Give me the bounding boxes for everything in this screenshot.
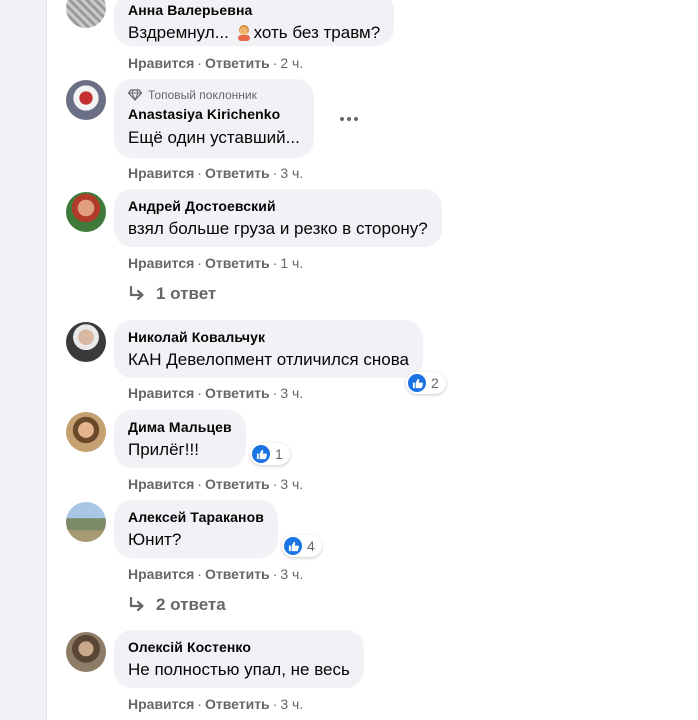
like-thumb-icon	[252, 445, 270, 463]
top-fan-badge: Топовый поклонник	[128, 87, 300, 103]
like-button[interactable]: Нравится	[128, 476, 194, 492]
comment-text: Ещё один уставший...	[128, 128, 300, 147]
comment-author[interactable]: Олексій Костенко	[128, 638, 350, 656]
avatar[interactable]	[66, 632, 106, 672]
reaction-number: 1	[275, 446, 283, 462]
like-button[interactable]: Нравится	[128, 165, 194, 181]
reply-button[interactable]: Ответить	[205, 55, 270, 71]
comment-author[interactable]: Anastasiya Kirichenko	[128, 105, 300, 123]
comment-author[interactable]: Анна Валерьевна	[128, 1, 380, 19]
like-button[interactable]: Нравится	[128, 696, 194, 712]
reply-button[interactable]: Ответить	[205, 255, 270, 271]
reaction-count[interactable]: 4	[282, 535, 322, 557]
like-button[interactable]: Нравится	[128, 55, 194, 71]
avatar[interactable]	[66, 80, 106, 120]
avatar[interactable]	[66, 192, 106, 232]
left-panel-edge	[0, 0, 47, 720]
like-button[interactable]: Нравится	[128, 255, 194, 271]
like-button[interactable]: Нравится	[128, 566, 194, 582]
comment-actions: Нравится · Ответить · 3 ч.	[128, 165, 304, 181]
like-thumb-icon	[408, 374, 426, 392]
comment-time[interactable]: 3 ч.	[280, 696, 303, 712]
avatar[interactable]	[66, 322, 106, 362]
reply-button[interactable]: Ответить	[205, 385, 270, 401]
comment-text: взял больше груза и резко в сторону?	[128, 219, 428, 238]
reply-button[interactable]: Ответить	[205, 696, 270, 712]
reaction-count[interactable]: 2	[406, 372, 446, 394]
comment-actions: Нравится · Ответить · 3 ч.	[128, 476, 304, 492]
comment-time[interactable]: 1 ч.	[280, 255, 303, 271]
comment-text-part: Вздремнул...	[128, 23, 234, 42]
reply-button[interactable]: Ответить	[205, 165, 270, 181]
reaction-count[interactable]: 1	[250, 443, 290, 465]
comment-author[interactable]: Андрей Достоевский	[128, 197, 428, 215]
comment-author[interactable]: Николай Ковальчук	[128, 328, 409, 346]
avatar[interactable]	[66, 502, 106, 542]
comment-time[interactable]: 2 ч.	[280, 55, 303, 71]
comment-actions: Нравится · Ответить · 3 ч.	[128, 385, 304, 401]
comment-time[interactable]: 3 ч.	[280, 566, 303, 582]
comment-bubble: Алексей Тараканов Юнит?	[114, 500, 278, 558]
comment-bubble: Топовый поклонник Anastasiya Kirichenko …	[114, 79, 314, 158]
comment-text-part: хоть без травм?	[253, 23, 381, 42]
reaction-number: 4	[307, 538, 315, 554]
comment-text: КАН Девелопмент отличился снова	[128, 350, 409, 369]
comment-author[interactable]: Алексей Тараканов	[128, 508, 264, 526]
badge-label: Топовый поклонник	[148, 88, 257, 102]
like-thumb-icon	[284, 537, 302, 555]
comment-bubble: Николай Ковальчук КАН Девелопмент отличи…	[114, 320, 423, 378]
reply-button[interactable]: Ответить	[205, 566, 270, 582]
comment-time[interactable]: 3 ч.	[280, 476, 303, 492]
view-replies-link[interactable]: 1 ответ	[128, 283, 216, 305]
reply-button[interactable]: Ответить	[205, 476, 270, 492]
replies-count: 2 ответа	[156, 595, 226, 614]
comment-bubble: Олексій Костенко Не полностью упал, не в…	[114, 630, 364, 688]
comment-bubble: Андрей Достоевский взял больше груза и р…	[114, 189, 442, 247]
comment-actions: Нравится · Ответить · 1 ч.	[128, 255, 304, 271]
comment-time[interactable]: 3 ч.	[280, 165, 303, 181]
reply-arrow-icon	[129, 286, 144, 301]
person-facepalming-emoji	[237, 25, 250, 41]
comment-text: Прилёг!!!	[128, 440, 199, 459]
comment-time[interactable]: 3 ч.	[280, 385, 303, 401]
comment-text: Вздремнул... хоть без травм?	[128, 22, 380, 44]
comment-text: Юнит?	[128, 530, 182, 549]
view-replies-link[interactable]: 2 ответа	[128, 594, 226, 616]
comment-author[interactable]: Дима Мальцев	[128, 418, 232, 436]
comment-actions: Нравится · Ответить · 2 ч.	[128, 55, 304, 71]
comment-text: Не полностью упал, не весь	[128, 660, 350, 679]
diamond-icon	[128, 89, 142, 101]
reaction-number: 2	[431, 375, 439, 391]
replies-count: 1 ответ	[156, 284, 217, 303]
avatar[interactable]	[66, 412, 106, 452]
avatar[interactable]	[66, 0, 106, 28]
comment-bubble: Анна Валерьевна Вздремнул... хоть без тр…	[114, 0, 395, 46]
like-button[interactable]: Нравится	[128, 385, 194, 401]
comment-actions: Нравится · Ответить · 3 ч.	[128, 696, 304, 712]
comment-bubble: Дима Мальцев Прилёг!!!	[114, 410, 246, 468]
comment-actions: Нравится · Ответить · 3 ч.	[128, 566, 304, 582]
reply-arrow-icon	[129, 597, 144, 612]
more-options-icon[interactable]	[338, 108, 360, 130]
